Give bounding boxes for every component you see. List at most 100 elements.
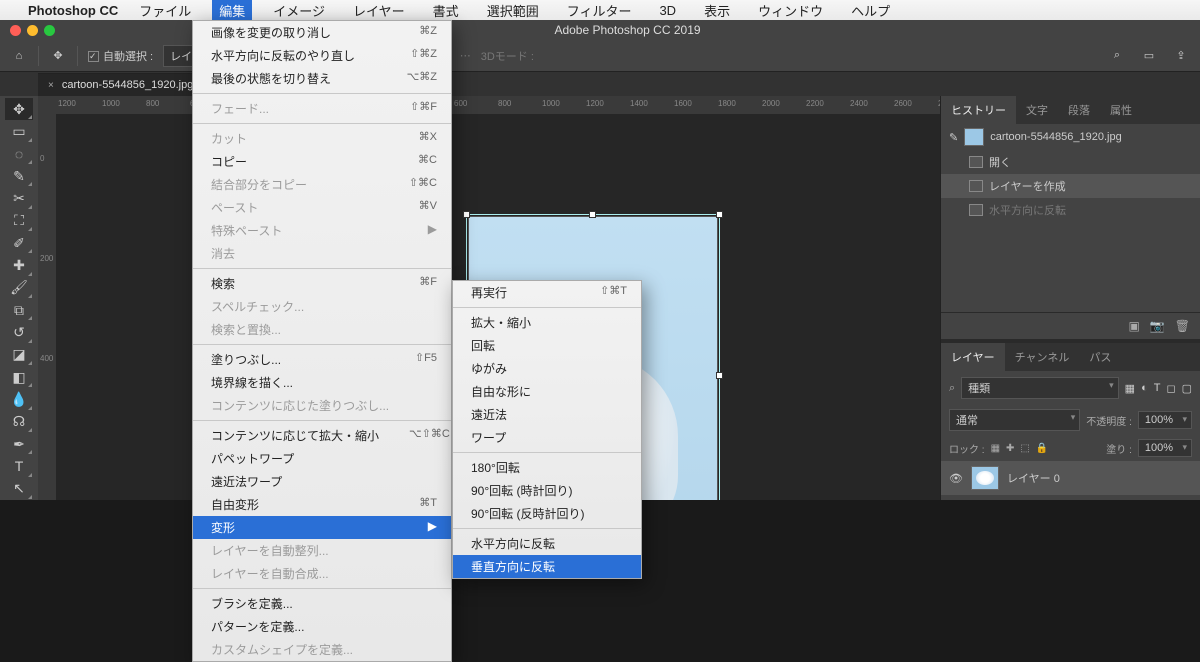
search-icon[interactable]: ⌕ [1108, 47, 1126, 65]
lock-nested-icon[interactable]: ⬚ [1020, 443, 1029, 454]
history-brush-tool[interactable]: ↺ [5, 321, 33, 343]
layer-filter-kind[interactable]: 種類 [961, 377, 1118, 399]
lock-pixels-icon[interactable]: ▦ [991, 443, 1000, 454]
opacity-value[interactable]: 100% [1138, 411, 1192, 429]
menu-item[interactable]: 最後の状態を切り替え⌥⌘Z [193, 67, 451, 90]
lock-all-icon[interactable]: 🔒 [1036, 443, 1048, 454]
marquee-tool[interactable]: ▭ [5, 120, 33, 142]
type-tool[interactable]: T [5, 455, 33, 477]
menu-item[interactable]: 境界線を描く... [193, 371, 451, 394]
tab-layers[interactable]: レイヤー [941, 343, 1005, 371]
menu-item[interactable]: パターンを定義... [193, 615, 451, 638]
menu-item[interactable]: 180°回転 [453, 456, 641, 479]
menu-type[interactable]: 書式 [426, 0, 466, 21]
path-tool[interactable]: ↖ [5, 478, 33, 500]
filter-smart-icon[interactable]: ▢ [1182, 382, 1192, 395]
dodge-tool[interactable]: ☊ [5, 411, 33, 433]
tab-properties[interactable]: 属性 [1100, 96, 1142, 124]
menu-edit[interactable]: 編集 [212, 0, 252, 21]
lock-position-icon[interactable]: ✚ [1006, 443, 1014, 454]
menu-item[interactable]: 自由な形に [453, 380, 641, 403]
tab-paragraph[interactable]: 段落 [1058, 96, 1100, 124]
eraser-tool[interactable]: ◪ [5, 344, 33, 366]
frame-tool[interactable]: ⛶ [5, 210, 33, 232]
tab-paths[interactable]: パス [1079, 343, 1121, 371]
crop-tool[interactable]: ✂ [5, 187, 33, 209]
menu-item[interactable]: 自由変形⌘T [193, 493, 451, 516]
menu-help[interactable]: ヘルプ [844, 0, 897, 21]
menu-file[interactable]: ファイル [132, 0, 198, 21]
home-icon[interactable]: ⌂ [10, 47, 28, 65]
menu-item[interactable]: 90°回転 (時計回り) [453, 479, 641, 502]
menu-item[interactable]: 塗りつぶし...⇧F5 [193, 348, 451, 371]
handle-top-left[interactable] [463, 211, 470, 218]
workspace-icon[interactable]: ▭ [1140, 47, 1158, 65]
tab-character[interactable]: 文字 [1016, 96, 1058, 124]
clone-tool[interactable]: ⧉ [5, 299, 33, 321]
menu-item[interactable]: 遠近法ワープ [193, 470, 451, 493]
fill-value[interactable]: 100% [1138, 439, 1192, 457]
handle-mid-right[interactable] [716, 372, 723, 379]
menu-item[interactable]: 90°回転 (反時計回り) [453, 502, 641, 525]
search-layers-icon[interactable]: ⌕ [949, 382, 955, 395]
create-doc-icon[interactable]: ▣ [1128, 319, 1139, 333]
menu-item[interactable]: 拡大・縮小 [453, 311, 641, 334]
menu-select[interactable]: 選択範囲 [480, 0, 546, 21]
healing-tool[interactable]: ✚ [5, 254, 33, 276]
filter-adjust-icon[interactable]: ◐ [1141, 382, 1148, 394]
filter-shape-icon[interactable]: ◻ [1166, 382, 1175, 395]
history-step-flip[interactable]: 水平方向に反転 [941, 198, 1200, 222]
filter-pixel-icon[interactable]: ▦ [1125, 382, 1135, 395]
app-name[interactable]: Photoshop CC [28, 3, 118, 18]
history-snapshot[interactable]: ✎ cartoon-5544856_1920.jpg [941, 124, 1200, 150]
blend-mode-select[interactable]: 通常 [949, 409, 1080, 431]
eyedropper-tool[interactable]: ✐ [5, 232, 33, 254]
history-step-newlayer[interactable]: レイヤーを作成 [941, 174, 1200, 198]
snapshot-icon[interactable]: 📷 [1150, 319, 1165, 333]
menu-item[interactable]: 水平方向に反転 [453, 532, 641, 555]
handle-top-right[interactable] [716, 211, 723, 218]
history-step-open[interactable]: 開く [941, 150, 1200, 174]
menu-3d[interactable]: 3D [652, 2, 683, 19]
tab-channels[interactable]: チャンネル [1005, 343, 1080, 371]
menu-item[interactable]: 水平方向に反転のやり直し⇧⌘Z [193, 44, 451, 67]
menu-window[interactable]: ウィンドウ [751, 0, 830, 21]
move-tool-icon[interactable]: ✥ [49, 47, 67, 65]
trash-icon[interactable]: 🗑 [1175, 319, 1190, 333]
menu-item[interactable]: 画像を変更の取り消し⌘Z [193, 21, 451, 44]
close-window-icon[interactable] [10, 25, 21, 36]
pen-tool[interactable]: ✒ [5, 433, 33, 455]
auto-select-checkbox[interactable]: 自動選択 : [88, 48, 153, 64]
brush-tool[interactable]: 🖌 [5, 277, 33, 299]
menu-item[interactable]: ワープ [453, 426, 641, 449]
menu-item[interactable]: 変形▶ [193, 516, 451, 539]
handle-top-mid[interactable] [589, 211, 596, 218]
minimize-window-icon[interactable] [27, 25, 38, 36]
menu-item[interactable]: ブラシを定義... [193, 592, 451, 615]
close-tab-icon[interactable]: × [48, 80, 54, 91]
menu-item[interactable]: パペットワープ [193, 447, 451, 470]
move-tool[interactable]: ✥ [5, 98, 33, 120]
menu-item[interactable]: ゆがみ [453, 357, 641, 380]
menu-item[interactable]: コンテンツに応じて拡大・縮小⌥⇧⌘C [193, 424, 451, 447]
menu-item[interactable]: 再実行⇧⌘T [453, 281, 641, 304]
blur-tool[interactable]: 💧 [5, 388, 33, 410]
filter-type-icon[interactable]: T [1154, 382, 1161, 394]
menu-item[interactable]: コピー⌘C [193, 150, 451, 173]
share-icon[interactable]: ⇪ [1172, 47, 1190, 65]
menu-item[interactable]: 遠近法 [453, 403, 641, 426]
menu-item[interactable]: 検索⌘F [193, 272, 451, 295]
menu-layer[interactable]: レイヤー [346, 0, 412, 21]
gradient-tool[interactable]: ◧ [5, 366, 33, 388]
document-tab[interactable]: × cartoon-5544856_1920.jpg [38, 73, 203, 96]
menu-item[interactable]: 回転 [453, 334, 641, 357]
layer-row[interactable]: 👁 レイヤー 0 [941, 461, 1200, 495]
zoom-window-icon[interactable] [44, 25, 55, 36]
menu-image[interactable]: イメージ [266, 0, 332, 21]
visibility-icon[interactable]: 👁 [949, 472, 963, 485]
menu-view[interactable]: 表示 [697, 0, 737, 21]
tab-history[interactable]: ヒストリー [941, 96, 1016, 124]
menu-item[interactable]: 垂直方向に反転 [453, 555, 641, 578]
quick-select-tool[interactable]: ✎ [5, 165, 33, 187]
menu-filter[interactable]: フィルター [560, 0, 639, 21]
